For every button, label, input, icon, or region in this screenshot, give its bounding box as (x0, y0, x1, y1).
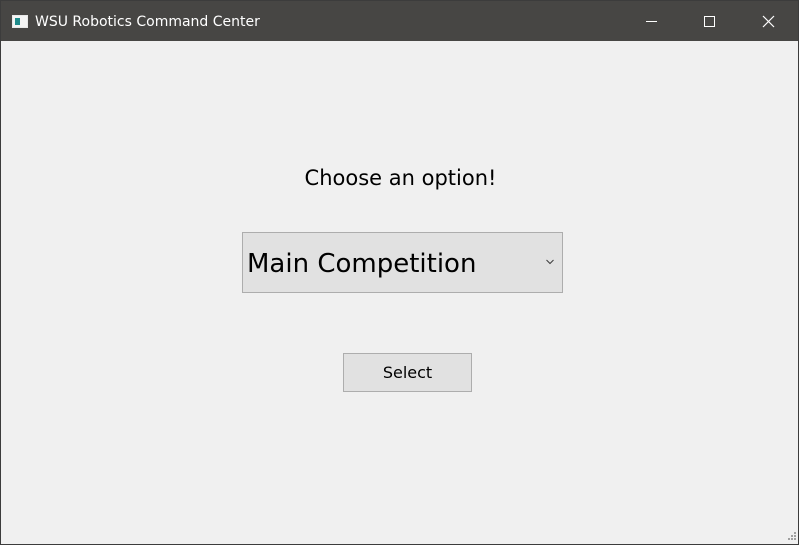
window-title: WSU Robotics Command Center (35, 14, 260, 30)
chevron-down-icon (546, 259, 554, 265)
app-window: WSU Robotics Command Center Choose an op… (0, 0, 799, 545)
maximize-button[interactable] (687, 1, 733, 41)
title-bar[interactable]: WSU Robotics Command Center (1, 1, 798, 41)
close-icon (762, 15, 775, 28)
dropdown-selected-value: Main Competition (247, 249, 477, 279)
close-button[interactable] (746, 1, 792, 41)
option-dropdown[interactable]: Main Competition (242, 232, 563, 293)
minimize-icon (646, 21, 657, 22)
size-grip-icon[interactable] (785, 531, 797, 543)
select-button[interactable]: Select (343, 353, 472, 392)
minimize-button[interactable] (629, 1, 675, 41)
app-window-icon (12, 15, 28, 28)
maximize-icon (704, 16, 715, 27)
prompt-label: Choose an option! (304, 166, 497, 190)
